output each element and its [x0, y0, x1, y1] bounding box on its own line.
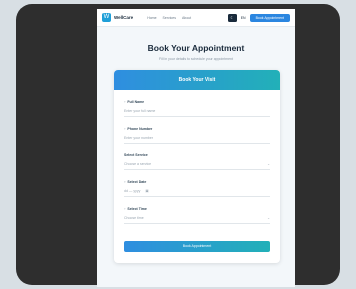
booking-card: Book Your Visit ◦ Full Name Enter your f… [114, 70, 280, 263]
service-select[interactable]: Choose a service ⌄ [124, 160, 270, 170]
language-switch[interactable]: EN [241, 16, 246, 20]
phone-icon: ◦ [124, 126, 126, 131]
chevron-down-icon: ⌄ [267, 216, 270, 220]
full-name-input[interactable]: Enter your full name [124, 107, 270, 117]
booking-card-header: Book Your Visit [114, 70, 280, 90]
time-select-value: Choose time [124, 216, 144, 220]
nav-book-button[interactable]: Book Appointment [249, 13, 290, 22]
page-title: Book Your Appointment [147, 43, 245, 53]
service-label: Select Service [124, 153, 148, 157]
service-select-value: Choose a service [124, 162, 152, 166]
web-page: W WellCare Home Services About ☾ EN Book… [97, 9, 295, 287]
calendar-picker-icon[interactable]: ▣ [145, 189, 148, 193]
book-appointment-button[interactable]: Book Appointment [124, 241, 270, 252]
page-subtitle: Fill in your details to schedule your ap… [159, 57, 233, 61]
time-label: Select Time [127, 207, 147, 211]
booking-form: ◦ Full Name Enter your full name ◦ Phone… [114, 99, 280, 224]
nav-link-home[interactable]: Home [147, 16, 156, 20]
chevron-down-icon: ⌄ [267, 162, 270, 166]
person-icon: ◦ [124, 99, 126, 104]
logo-icon: W [102, 13, 111, 22]
date-input[interactable]: dd — yyyy ▣ [124, 187, 270, 197]
time-field-group: ◦ Select Time Choose time ⌄ [124, 206, 270, 224]
phone-input[interactable]: Enter your number [124, 134, 270, 144]
nav-tools: ☾ EN Book Appointment [227, 13, 290, 22]
service-field-group: Select Service Choose a service ⌄ [124, 153, 270, 170]
phone-field-group: ◦ Phone Number Enter your number [124, 126, 270, 144]
device-frame: W WellCare Home Services About ☾ EN Book… [16, 4, 340, 287]
clock-icon: ◦ [124, 206, 126, 211]
calendar-icon: ▫ [124, 179, 126, 184]
phone-label: Phone Number [127, 127, 153, 131]
top-navbar: W WellCare Home Services About ☾ EN Book… [97, 9, 295, 27]
date-field-group: ▫ Select Date dd — yyyy ▣ [124, 179, 270, 197]
date-label: Select Date [127, 180, 147, 184]
theme-toggle-button[interactable]: ☾ [227, 13, 237, 22]
nav-link-services[interactable]: Services [163, 16, 176, 20]
date-input-value: dd — yyyy [124, 189, 141, 193]
brand-name[interactable]: WellCare [114, 15, 133, 20]
full-name-field-group: ◦ Full Name Enter your full name [124, 99, 270, 117]
full-name-label: Full Name [127, 100, 145, 104]
time-select[interactable]: Choose time ⌄ [124, 214, 270, 224]
nav-link-about[interactable]: About [182, 16, 191, 20]
nav-links: Home Services About [147, 16, 191, 20]
